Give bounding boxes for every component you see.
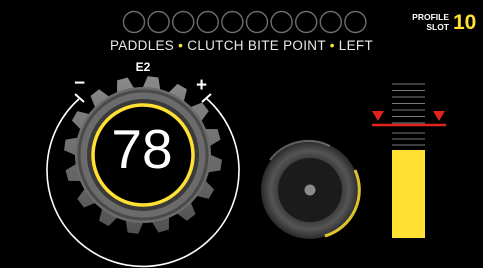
profile-slot-indicator: PROFILE SLOT 10 (400, 12, 480, 38)
profile-slot-circle (270, 10, 293, 34)
profile-slot-circle (122, 10, 146, 34)
bite-marker-arrow-right-icon (433, 111, 445, 121)
step-label: E2 (135, 60, 151, 74)
subtitle-clutch-bite-point: CLUTCH BITE POINT (187, 38, 326, 53)
separator-dot: • (178, 38, 184, 53)
profile-slot-circle (196, 10, 220, 34)
profile-slot-label: PROFILE SLOT (389, 12, 449, 32)
decrease-button[interactable]: − (74, 74, 85, 93)
bar-fill (392, 150, 425, 238)
page-subtitle: PADDLES • CLUTCH BITE POINT • LEFT (0, 38, 483, 53)
paddle-knob[interactable] (261, 139, 361, 239)
subtitle-paddles: PADDLES (109, 38, 175, 53)
increase-button[interactable]: + (196, 76, 207, 95)
clutch-bite-point-screen: PADDLES • CLUTCH BITE POINT • LEFT PROFI… (0, 0, 483, 268)
profile-slot-number: 10 (453, 11, 477, 34)
profile-slot-circle (245, 10, 269, 34)
bite-point-bar (372, 83, 446, 238)
profile-slot-circle (295, 10, 318, 34)
bite-marker-arrow-left-icon (372, 111, 384, 121)
profile-slot-circle (319, 10, 342, 34)
profile-slot-circle (147, 10, 170, 34)
separator-dot: • (329, 38, 335, 53)
subtitle-left: LEFT (338, 38, 374, 53)
profile-slot-circle (344, 10, 367, 34)
profile-slot-circle (171, 10, 195, 34)
profile-slot-indicators (122, 10, 367, 34)
bite-point-value: 78 (111, 118, 173, 180)
profile-label-line2: SLOT (426, 21, 449, 32)
profile-slot-circle (221, 10, 244, 34)
